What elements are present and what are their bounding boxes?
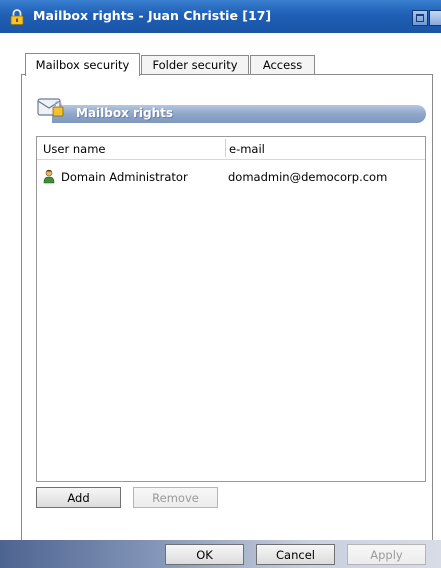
section-title: Mailbox rights [76,106,174,120]
user-name-cell: Domain Administrator [61,170,188,184]
maximize-button[interactable] [412,10,428,26]
mailbox-icon [37,98,64,117]
list-header: User name e-mail [37,137,425,160]
email-cell: domadmin@democorp.com [228,170,388,184]
section-header: Mailbox rights [52,105,426,123]
apply-button[interactable]: Apply [347,544,426,565]
window-title: Mailbox rights - Juan Christie [17] [33,8,272,23]
user-icon [43,169,55,184]
column-divider[interactable] [225,139,226,157]
lock-icon [10,9,24,25]
tab-folder-security[interactable]: Folder security [141,55,249,75]
remove-button[interactable]: Remove [133,487,218,508]
close-button[interactable] [429,10,441,26]
title-bar[interactable]: Mailbox rights - Juan Christie [17] [0,0,441,33]
column-user-name[interactable]: User name [43,142,105,156]
ok-button[interactable]: OK [165,544,244,565]
add-button[interactable]: Add [36,487,121,508]
tab-mailbox-security[interactable]: Mailbox security [25,53,140,76]
list-item[interactable]: Domain Administrator domadmin@democorp.c… [37,168,425,188]
column-email[interactable]: e-mail [229,142,265,156]
tab-access[interactable]: Access [250,55,315,75]
mailbox-rights-list[interactable]: User name e-mail Domain Administrator do… [36,136,426,482]
cancel-button[interactable]: Cancel [256,544,335,565]
dialog-button-bar: OK Cancel Apply [0,540,441,568]
